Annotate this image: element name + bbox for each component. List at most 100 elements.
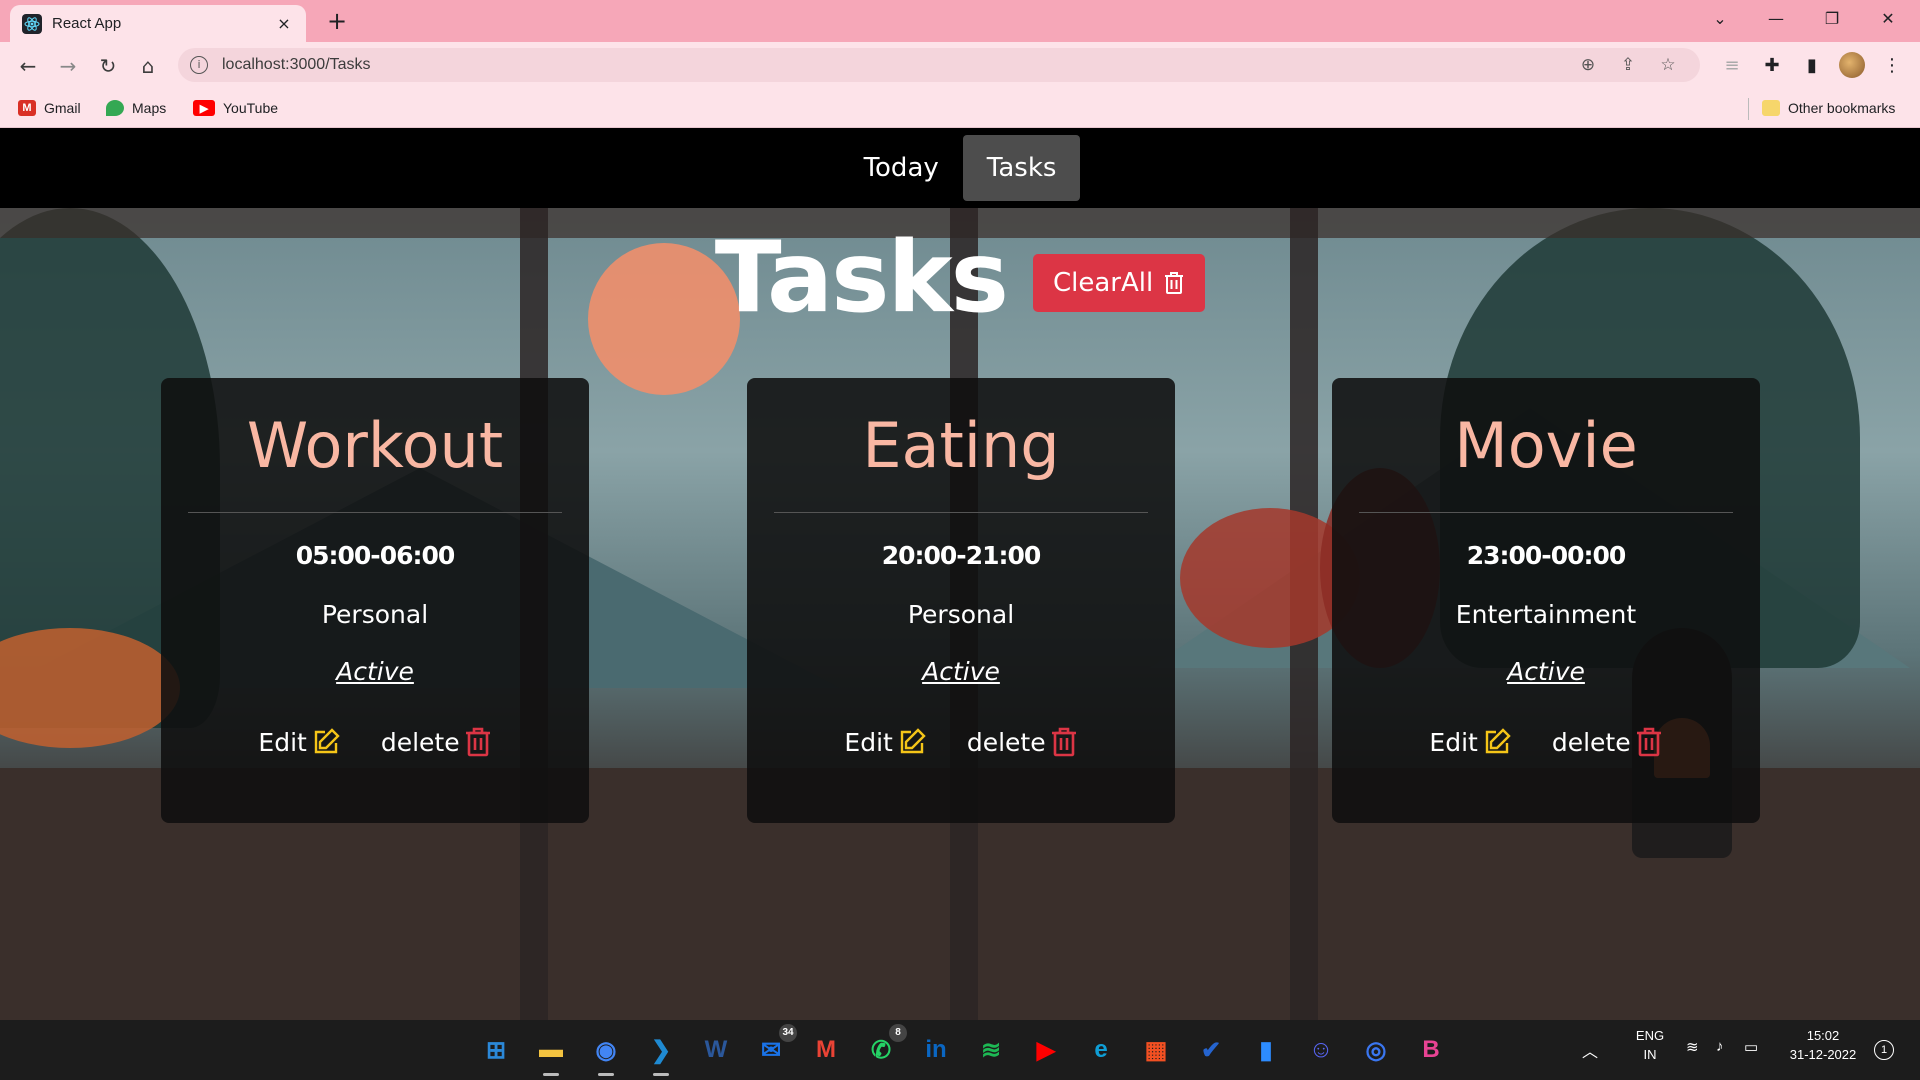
lang-bottom: IN	[1643, 1047, 1657, 1062]
clear-all-button[interactable]: ClearAll	[1032, 254, 1206, 312]
delete-button[interactable]: delete	[967, 726, 1078, 758]
minimize-icon[interactable]: —	[1748, 0, 1804, 38]
divider	[774, 512, 1148, 513]
extensions-icon[interactable]: ✚	[1756, 50, 1788, 82]
task-card: Workout 05:00-06:00 Personal Active Edit…	[161, 378, 589, 823]
clear-all-label: ClearAll	[1052, 268, 1154, 298]
bookmark-label: Maps	[132, 100, 167, 116]
store-icon[interactable]: ▦	[1136, 1030, 1176, 1070]
react-icon	[22, 13, 42, 34]
site-info-icon[interactable]: i	[190, 56, 208, 74]
nav-today[interactable]: Today	[840, 135, 963, 201]
spotify-icon[interactable]: ≋	[971, 1030, 1011, 1070]
battery-icon[interactable]: ▭	[1744, 1038, 1758, 1056]
home-icon[interactable]: ⌂	[132, 50, 164, 82]
edit-button[interactable]: Edit	[1429, 726, 1511, 758]
signal-icon[interactable]: ◎	[1356, 1030, 1396, 1070]
app-root: Today Tasks Tasks ClearAll Workout 05:00…	[0, 128, 1920, 1020]
browser-tab[interactable]: React App ×	[10, 5, 306, 42]
bookmark-star-icon[interactable]: ☆	[1648, 55, 1688, 75]
gmail-icon: M	[18, 100, 36, 116]
windows-start-icon[interactable]: ⊞	[476, 1030, 516, 1070]
vscode-icon[interactable]: ❯	[641, 1030, 681, 1076]
reload-icon[interactable]: ↻	[92, 50, 124, 82]
running-indicator	[543, 1073, 559, 1076]
edit-button[interactable]: Edit	[844, 726, 926, 758]
menu-icon[interactable]: ⋮	[1876, 50, 1908, 82]
edit-label: Edit	[844, 727, 893, 757]
chevron-up-icon[interactable]: ︿	[1582, 1038, 1598, 1062]
linkedin-icon[interactable]: in	[916, 1030, 956, 1070]
zoom-icon[interactable]: ▮	[1246, 1030, 1286, 1070]
zoom-icon[interactable]: ⊕	[1568, 55, 1608, 75]
forward-icon[interactable]: →	[52, 50, 84, 82]
task-status-link[interactable]: Active	[747, 657, 1175, 686]
bookmark-youtube[interactable]: ▶ YouTube	[193, 96, 278, 120]
trash-icon	[1636, 727, 1661, 757]
running-indicator	[653, 1073, 669, 1076]
clock[interactable]: 15:02 31-12-2022	[1780, 1028, 1866, 1062]
delete-label: delete	[380, 727, 460, 757]
edit-icon	[900, 728, 926, 754]
browser-tab-strip: React App × + ⌄ — ❐ ✕	[0, 0, 1920, 42]
trash-icon	[1165, 272, 1184, 294]
tab-search-icon[interactable]: ⌄	[1692, 0, 1748, 38]
trash-icon	[465, 727, 490, 757]
edge-icon[interactable]: e	[1081, 1030, 1121, 1070]
file-explorer-icon[interactable]: ▬	[531, 1030, 571, 1076]
clock-date: 31-12-2022	[1789, 1047, 1857, 1062]
notification-badge[interactable]: 1	[1874, 1040, 1894, 1060]
youtube-icon: ▶	[193, 100, 215, 116]
bookmark-gmail[interactable]: M Gmail	[18, 96, 81, 120]
tab-title: React App	[52, 15, 122, 32]
word-icon[interactable]: W	[696, 1030, 736, 1070]
task-actions: Edit delete	[747, 726, 1175, 758]
address-bar[interactable]: i localhost:3000/Tasks ⊕ ⇪ ☆	[178, 48, 1700, 82]
task-time: 20:00-21:00	[881, 541, 1042, 570]
badge-count: 8	[889, 1024, 907, 1042]
wifi-icon[interactable]: ≋	[1686, 1038, 1699, 1056]
bookmark-maps[interactable]: Maps	[106, 96, 166, 120]
divider	[188, 512, 562, 513]
trash-icon	[1051, 727, 1076, 757]
delete-button[interactable]: delete	[1552, 726, 1663, 758]
nav-tasks[interactable]: Tasks	[962, 135, 1081, 201]
task-actions: Edit delete	[161, 726, 589, 758]
biolink-icon[interactable]: B	[1411, 1030, 1451, 1070]
title-row: Tasks ClearAll	[0, 218, 1920, 338]
discord-icon[interactable]: ☺	[1301, 1030, 1341, 1070]
volume-icon[interactable]: ♪	[1716, 1038, 1724, 1055]
url-text[interactable]: localhost:3000/Tasks	[222, 56, 1568, 74]
youtube-icon[interactable]: ▶	[1026, 1030, 1066, 1070]
profile-avatar[interactable]	[1839, 52, 1865, 78]
lang-top: ENG	[1635, 1028, 1665, 1043]
edit-button[interactable]: Edit	[258, 726, 340, 758]
mail-icon[interactable]: ✉ 34	[751, 1024, 797, 1070]
share-icon[interactable]: ⇪	[1608, 55, 1648, 75]
task-status-link[interactable]: Active	[1332, 657, 1760, 686]
whatsapp-icon[interactable]: ✆ 8	[861, 1024, 907, 1070]
todo-icon[interactable]: ✔	[1191, 1030, 1231, 1070]
task-category: Personal	[907, 600, 1015, 629]
gmail-icon[interactable]: M	[806, 1030, 846, 1070]
chrome-icon[interactable]: ◉	[586, 1030, 626, 1076]
close-tab-icon[interactable]: ×	[274, 14, 294, 33]
side-panel-icon[interactable]: ▮	[1796, 50, 1828, 82]
language-indicator[interactable]: ENG IN	[1628, 1028, 1672, 1062]
task-status-link[interactable]: Active	[161, 657, 589, 686]
new-tab-button[interactable]: +	[322, 6, 352, 36]
delete-button[interactable]: delete	[381, 726, 492, 758]
maps-icon	[106, 100, 124, 116]
back-icon[interactable]: ←	[12, 50, 44, 82]
reading-list-icon[interactable]: ≡	[1716, 50, 1748, 82]
other-bookmarks[interactable]: Other bookmarks	[1762, 96, 1895, 120]
task-card: Movie 23:00-00:00 Entertainment Active E…	[1332, 378, 1760, 823]
task-category: Personal	[321, 600, 429, 629]
bookmark-label: YouTube	[223, 100, 279, 116]
delete-label: delete	[1551, 727, 1631, 757]
task-category: Entertainment	[1455, 600, 1637, 629]
restore-icon[interactable]: ❐	[1804, 0, 1860, 38]
task-title: Movie	[1454, 409, 1638, 482]
close-window-icon[interactable]: ✕	[1860, 0, 1916, 38]
task-title: Eating	[862, 409, 1060, 482]
